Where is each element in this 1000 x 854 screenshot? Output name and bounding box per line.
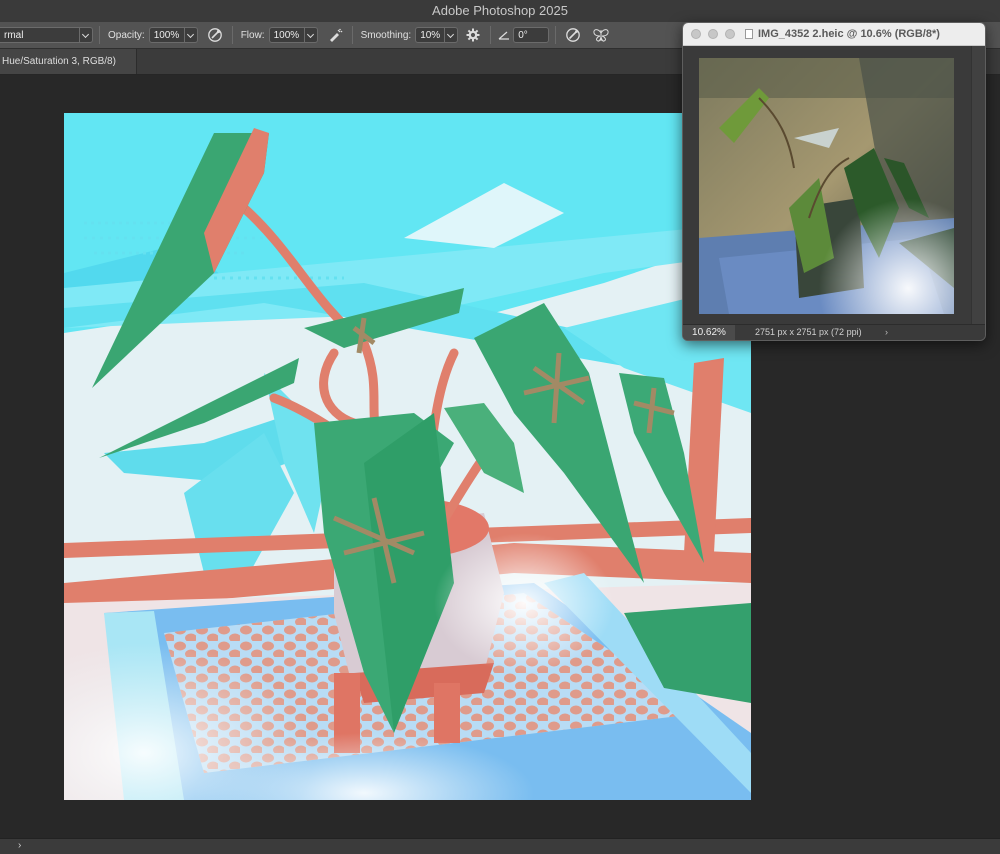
pot-leg-2 [434,683,460,743]
angle-icon [497,24,511,46]
airbrush-icon[interactable] [324,24,346,46]
divider [490,26,492,44]
light-glow [434,533,614,673]
document-icon [745,29,753,39]
reference-photo[interactable] [699,58,954,314]
flow-dropdown[interactable] [304,27,318,43]
divider [99,26,100,44]
symmetry-butterfly-icon[interactable] [590,24,612,46]
blend-mode-select[interactable]: rmal [0,27,80,43]
divider [351,26,353,44]
document-tab[interactable]: Hue/Saturation 3, RGB/8) [0,49,137,74]
app-title-bar: Adobe Photoshop 2025 [0,0,1000,23]
status-expand-arrow[interactable]: › [18,840,21,851]
zoom-level-field[interactable]: 10.62% [683,325,735,340]
flow-label: Flow: [240,29,265,41]
artwork-canvas[interactable] [64,113,751,800]
blend-mode-dropdown[interactable] [80,27,93,43]
smoothing-gear-icon[interactable] [462,24,484,46]
smoothing-dropdown[interactable] [445,27,459,43]
close-button[interactable] [691,29,701,39]
opacity-input[interactable]: 100% [148,27,185,43]
pressure-size-icon[interactable] [562,24,584,46]
angle-input[interactable]: 0° [513,27,550,43]
zoom-button[interactable] [725,29,735,39]
floating-window-status-bar: 10.62% 2751 px x 2751 px (72 ppi) › [683,324,985,340]
opacity-label: Opacity: [108,29,145,41]
smoothing-input[interactable]: 10% [415,27,446,43]
pressure-opacity-icon[interactable] [204,24,226,46]
app-title: Adobe Photoshop 2025 [432,3,568,18]
smoothing-label: Smoothing: [360,29,412,41]
divider [555,26,557,44]
floating-document-window[interactable]: IMG_4352 2.heic @ 10.6% (RGB/8*) 10.62% … [682,22,986,341]
flow-input[interactable]: 100% [268,27,305,43]
floating-window-title: IMG_4352 2.heic @ 10.6% (RGB/8*) [758,28,940,40]
opacity-dropdown[interactable] [184,27,198,43]
floating-window-titlebar[interactable]: IMG_4352 2.heic @ 10.6% (RGB/8*) [683,23,985,46]
status-bar: › [0,838,1000,854]
status-more-arrow[interactable]: › [885,325,888,340]
floating-window-scrollbar[interactable] [971,46,985,325]
minimize-button[interactable] [708,29,718,39]
divider [231,26,233,44]
document-dimensions: 2751 px x 2751 px (72 ppi) [755,327,862,337]
